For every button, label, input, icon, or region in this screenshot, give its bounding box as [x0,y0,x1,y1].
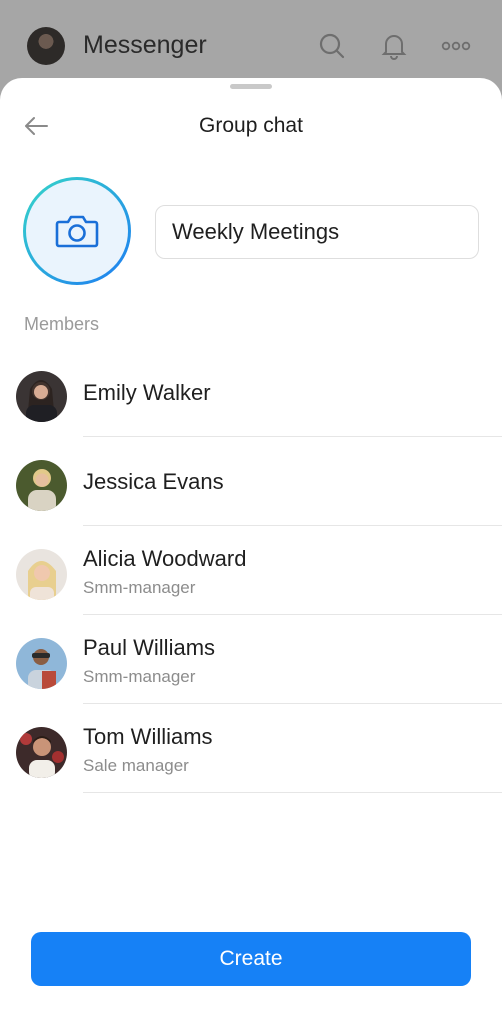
search-icon[interactable] [316,30,348,62]
divider [83,792,502,793]
member-name: Paul Williams [83,635,216,660]
group-photo-button[interactable] [23,177,131,285]
sheet-grabber[interactable] [230,84,272,89]
group-name-input[interactable] [155,205,479,259]
create-button[interactable]: Create [31,932,471,986]
member-role: Smm-manager [83,578,196,597]
avatar [16,371,67,422]
app-title: Messenger [83,31,207,59]
profile-avatar[interactable] [27,27,65,65]
avatar [16,549,67,600]
more-icon[interactable] [440,30,472,62]
members-label: Members [24,314,100,334]
group-chat-sheet: Group chat Members Emily Walker Jessica … [0,78,502,1024]
camera-icon [55,215,99,248]
member-name: Jessica Evans [83,469,224,494]
member-row[interactable]: Tom Williams Sale manager [0,704,502,793]
member-row[interactable]: Jessica Evans [0,437,502,526]
sheet-title: Group chat [199,114,303,137]
member-role: Smm-manager [83,667,196,686]
avatar [16,638,67,689]
avatar [16,460,67,511]
member-name: Emily Walker [83,380,211,405]
member-role: Sale manager [83,756,189,775]
member-name: Tom Williams [83,724,213,749]
bell-icon[interactable] [378,30,410,62]
member-row[interactable]: Emily Walker [0,348,502,437]
member-name: Alicia Woodward [83,546,247,571]
member-row[interactable]: Paul Williams Smm-manager [0,615,502,704]
member-row[interactable]: Alicia Woodward Smm-manager [0,526,502,615]
avatar [16,727,67,778]
